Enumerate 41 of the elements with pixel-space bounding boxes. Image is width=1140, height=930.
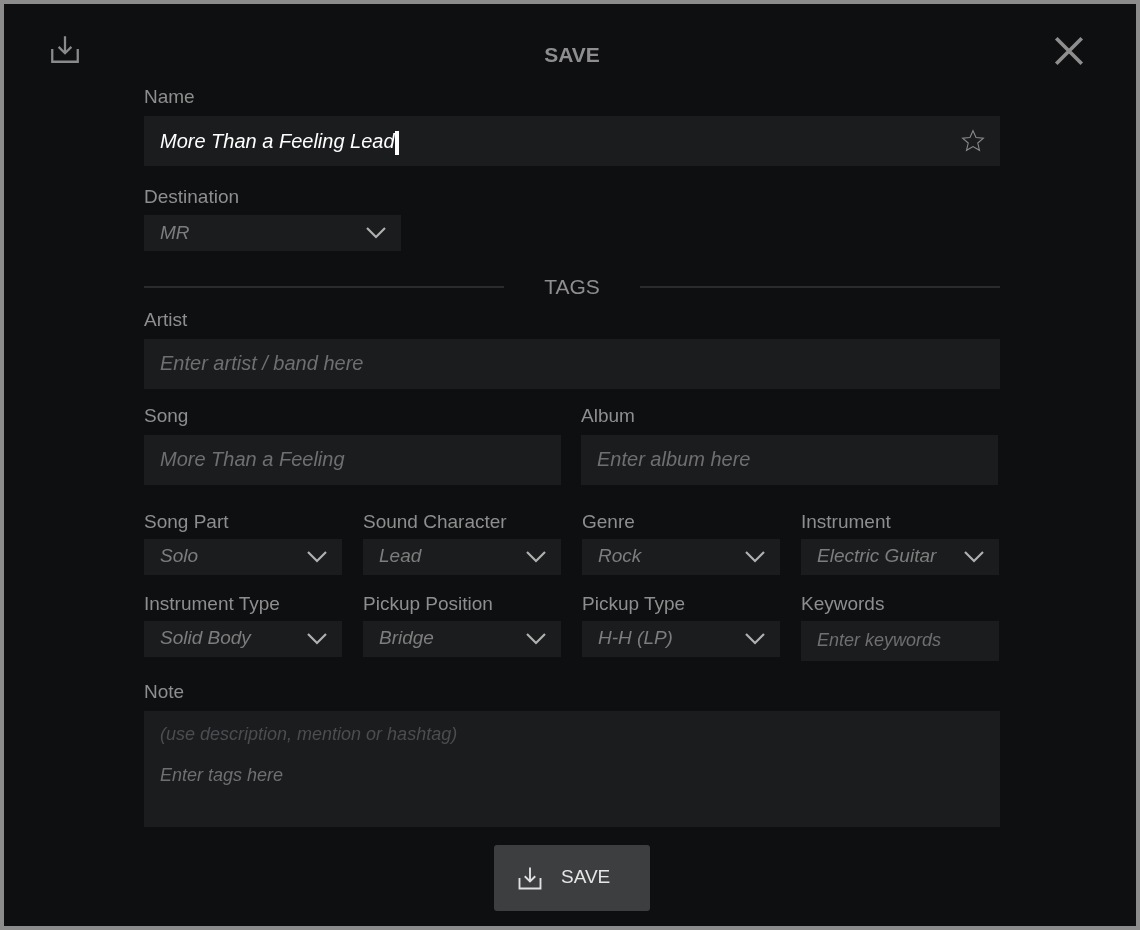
dropdown[interactable]: Solo	[144, 538, 342, 575]
close-button[interactable]	[1052, 34, 1086, 68]
dropdown[interactable]: Electric Guitar	[801, 538, 999, 575]
dropdown[interactable]: Lead	[363, 538, 561, 575]
chevron-icon	[525, 549, 547, 564]
input-field[interactable]: Enter artist / band here	[144, 338, 1000, 389]
chevron-icon	[744, 631, 766, 646]
field-label: Sound Character	[363, 511, 507, 531]
field-label: Destination	[144, 187, 240, 206]
field-label: Name	[144, 87, 195, 106]
field-label: Pickup Type	[582, 593, 686, 613]
input-field[interactable]: More Than a Feeling	[144, 434, 561, 485]
field-label: Genre	[582, 511, 635, 531]
field-label: Album	[581, 405, 635, 425]
dropdown[interactable]: Solid Body	[144, 620, 342, 657]
chevron-icon	[963, 549, 985, 564]
dropdown[interactable]: Bridge	[363, 620, 561, 657]
chevron-icon	[525, 631, 547, 646]
field-label: Keywords	[801, 593, 885, 613]
star-icon[interactable]	[960, 128, 986, 154]
field-label: Song Part	[144, 511, 229, 531]
close-icon	[1052, 34, 1086, 68]
field-label: Song	[144, 405, 189, 425]
dialog-title: SAVE	[543, 42, 601, 68]
input-field[interactable]: Enter keywords	[801, 620, 999, 661]
dropdown[interactable]: MR	[144, 215, 401, 251]
name-field[interactable]: More Than a Feeling Lead	[144, 116, 1000, 166]
chevron-icon	[744, 549, 766, 564]
field-label: Note	[144, 681, 185, 701]
chevron-icon	[365, 226, 387, 240]
field-label: Instrument	[801, 511, 891, 531]
section-heading: TAGS	[544, 274, 600, 300]
chevron-icon	[306, 631, 328, 646]
field-label: Instrument Type	[144, 593, 280, 613]
save-button[interactable]: SAVE	[494, 844, 650, 911]
dropdown[interactable]: H-H (LP)	[582, 620, 780, 657]
input-field[interactable]: Enter album here	[581, 434, 998, 485]
chevron-icon	[306, 549, 328, 564]
dropdown[interactable]: Rock	[582, 538, 780, 575]
field-label: Pickup Position	[363, 593, 493, 613]
field-label: Artist	[144, 309, 188, 329]
